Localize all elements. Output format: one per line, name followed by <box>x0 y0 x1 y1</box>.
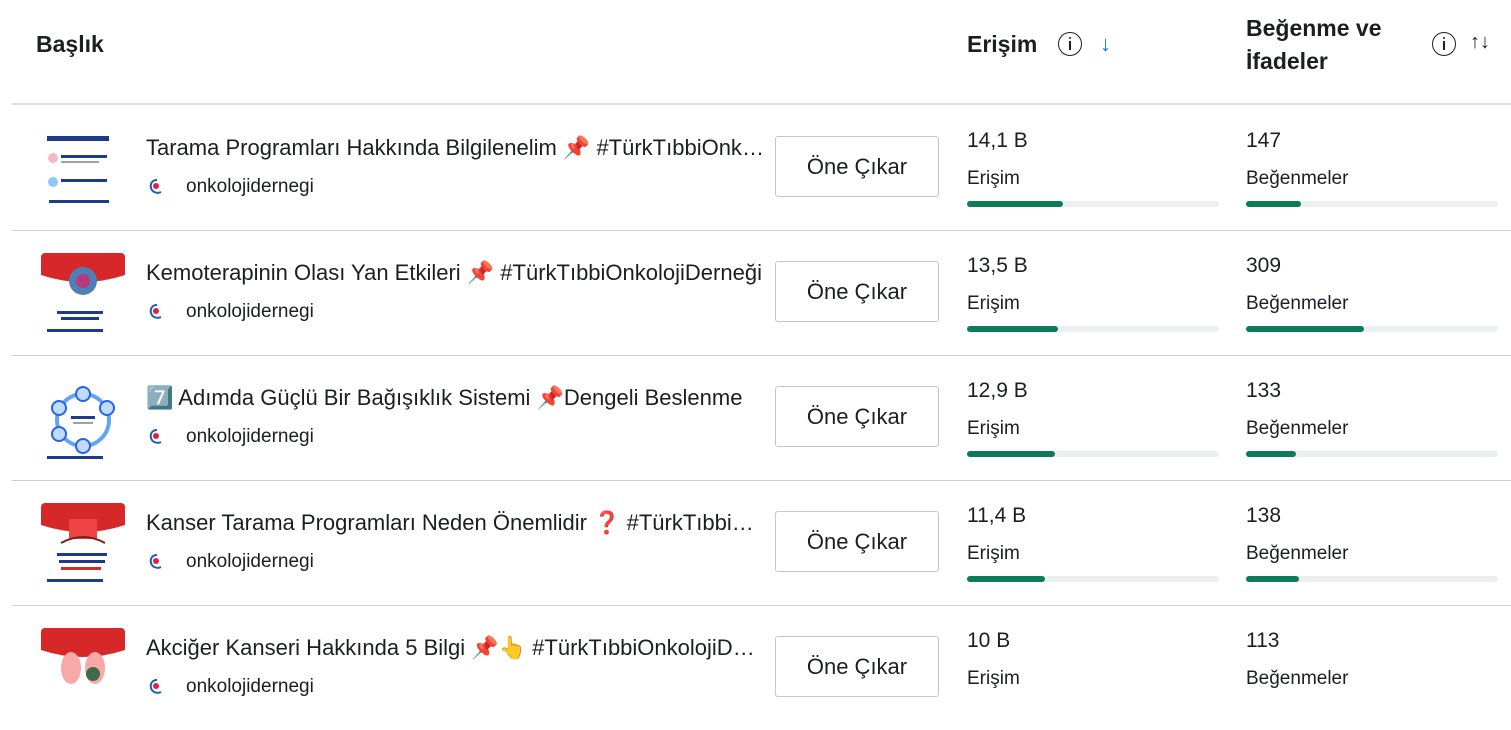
likes-bar-fill <box>1246 576 1299 582</box>
reach-bar <box>967 326 1219 332</box>
column-header-likes-line1: Beğenme ve <box>1246 15 1382 41</box>
likes-value: 138 <box>1246 504 1282 527</box>
boost-button[interactable]: Öne Çıkar <box>775 386 939 447</box>
reach-bar-fill <box>967 576 1046 582</box>
row-divider <box>12 355 1511 356</box>
row-divider <box>12 480 1511 481</box>
post-thumbnail[interactable] <box>41 378 125 462</box>
reach-bar-fill <box>967 326 1058 332</box>
reach-bar <box>967 576 1219 582</box>
account-name: onkolojidernegi <box>186 676 314 697</box>
column-header-reach[interactable]: Erişim <box>967 31 1037 58</box>
reach-value: 13,5 B <box>967 254 1028 277</box>
likes-bar <box>1246 326 1498 332</box>
post-title[interactable]: 7️⃣ Adımda Güçlü Bir Bağışıklık Sistemi … <box>146 385 766 411</box>
likes-value: 113 <box>1246 629 1280 652</box>
boost-button[interactable]: Öne Çıkar <box>775 136 939 197</box>
table-row[interactable]: Tarama Programları Hakkında Bilgilenelim… <box>12 105 1511 230</box>
info-icon[interactable] <box>1058 32 1082 56</box>
info-icon[interactable] <box>1432 32 1456 56</box>
reach-label: Erişim <box>967 543 1020 564</box>
sort-toggle-icon[interactable]: ↑↓ <box>1470 31 1490 54</box>
reach-bar-fill <box>967 201 1063 207</box>
reach-value: 10 B <box>967 629 1011 652</box>
likes-bar-fill <box>1246 201 1302 207</box>
table-header: Başlık Erişim ↓ Beğenme ve İfadeler ↑↓ <box>0 0 1511 92</box>
likes-label: Beğenmeler <box>1246 418 1349 439</box>
likes-label: Beğenmeler <box>1246 668 1349 689</box>
post-title[interactable]: Akciğer Kanseri Hakkında 5 Bilgi 📌👆 #Tür… <box>146 635 766 661</box>
account-logo-icon <box>149 679 162 694</box>
account-logo-icon <box>149 304 162 319</box>
likes-value: 133 <box>1246 379 1282 402</box>
sort-descending-icon[interactable]: ↓ <box>1100 31 1111 57</box>
reach-bar <box>967 201 1219 207</box>
reach-bar-fill <box>967 451 1056 457</box>
column-header-likes-line2: İfadeler <box>1246 48 1328 74</box>
column-header-likes[interactable]: Beğenme ve İfadeler <box>1246 12 1382 78</box>
likes-bar <box>1246 451 1498 457</box>
reach-label: Erişim <box>967 293 1020 314</box>
post-thumbnail[interactable] <box>41 503 125 587</box>
account-name: onkolojidernegi <box>186 551 314 572</box>
reach-value: 12,9 B <box>967 379 1028 402</box>
post-thumbnail[interactable] <box>41 628 125 712</box>
reach-label: Erişim <box>967 168 1020 189</box>
account-name: onkolojidernegi <box>186 176 314 197</box>
likes-bar <box>1246 201 1498 207</box>
post-title[interactable]: Kemoterapinin Olası Yan Etkileri 📌 #Türk… <box>146 260 766 286</box>
boost-button[interactable]: Öne Çıkar <box>775 511 939 572</box>
table-row[interactable]: Kanser Tarama Programları Neden Önemlidi… <box>12 480 1511 605</box>
row-divider <box>12 605 1511 606</box>
likes-value: 147 <box>1246 129 1282 152</box>
post-thumbnail[interactable] <box>41 128 125 212</box>
account-logo-icon <box>149 179 162 194</box>
likes-bar-fill <box>1246 451 1297 457</box>
table-row[interactable]: Kemoterapinin Olası Yan Etkileri 📌 #Türk… <box>12 230 1511 355</box>
account-logo-icon <box>149 429 162 444</box>
row-divider <box>12 230 1511 231</box>
boost-button[interactable]: Öne Çıkar <box>775 261 939 322</box>
post-thumbnail[interactable] <box>41 253 125 337</box>
reach-value: 14,1 B <box>967 129 1028 152</box>
table-row[interactable]: Akciğer Kanseri Hakkında 5 Bilgi 📌👆 #Tür… <box>12 605 1511 730</box>
reach-bar <box>967 451 1219 457</box>
column-header-title[interactable]: Başlık <box>36 31 104 58</box>
reach-label: Erişim <box>967 668 1020 689</box>
likes-label: Beğenmeler <box>1246 293 1349 314</box>
account-logo-icon <box>149 554 162 569</box>
likes-label: Beğenmeler <box>1246 543 1349 564</box>
table-row[interactable]: 7️⃣ Adımda Güçlü Bir Bağışıklık Sistemi … <box>12 355 1511 480</box>
reach-value: 11,4 B <box>967 504 1027 527</box>
account-name: onkolojidernegi <box>186 301 314 322</box>
account-name: onkolojidernegi <box>186 426 314 447</box>
likes-label: Beğenmeler <box>1246 168 1349 189</box>
post-title[interactable]: Kanser Tarama Programları Neden Önemlidi… <box>146 510 766 536</box>
post-title[interactable]: Tarama Programları Hakkında Bilgilenelim… <box>146 135 766 161</box>
reach-label: Erişim <box>967 418 1020 439</box>
likes-bar <box>1246 576 1498 582</box>
likes-value: 309 <box>1246 254 1282 277</box>
likes-bar-fill <box>1246 326 1365 332</box>
